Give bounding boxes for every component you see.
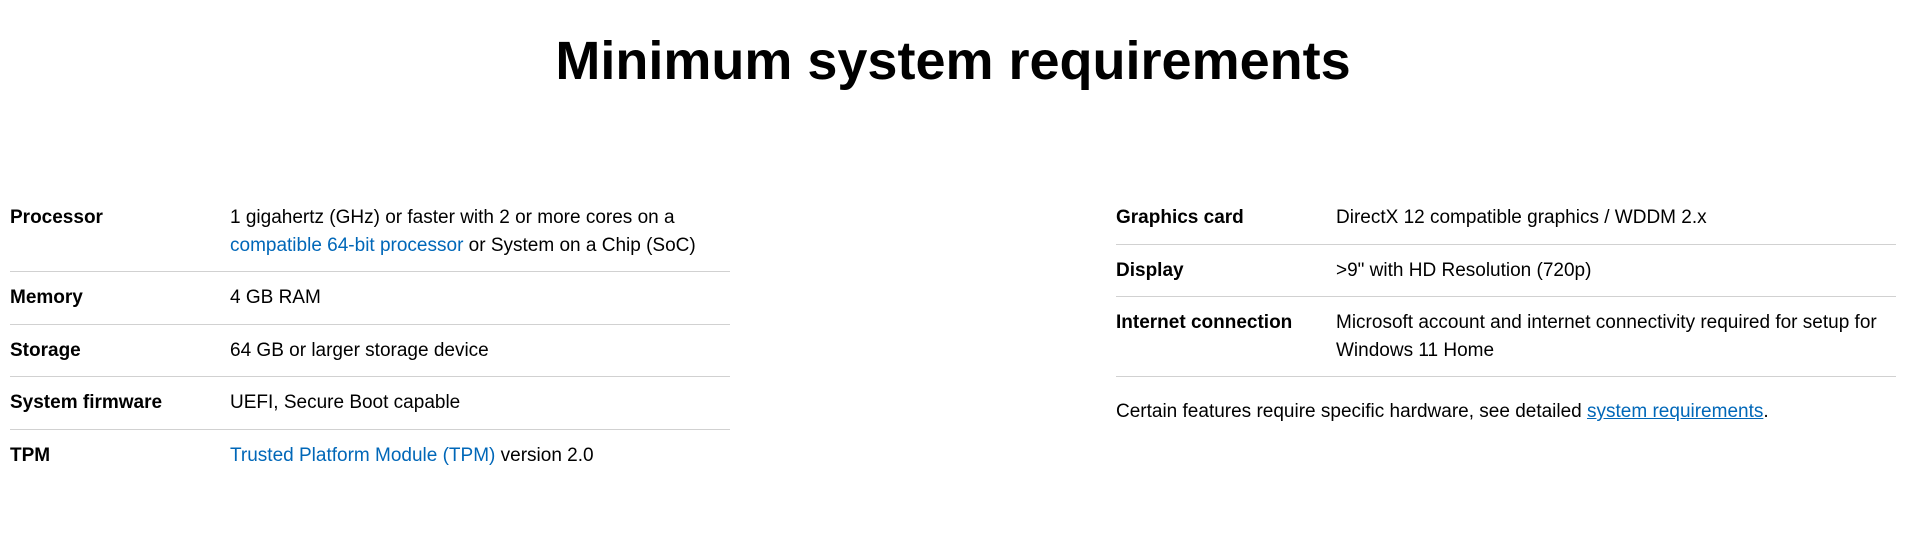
tpm-link[interactable]: Trusted Platform Module (TPM) [230,445,495,466]
req-row-firmware: System firmware UEFI, Secure Boot capabl… [10,376,730,429]
req-value-graphics: DirectX 12 compatible graphics / WDDM 2.… [1336,204,1896,232]
req-label-processor: Processor [10,204,230,232]
req-value-storage: 64 GB or larger storage device [230,337,730,365]
req-label-memory: Memory [10,284,230,312]
footnote-text: . [1763,401,1768,422]
req-value-tpm: Trusted Platform Module (TPM) version 2.… [230,442,730,470]
req-label-internet: Internet connection [1116,309,1336,337]
req-text: version 2.0 [495,445,593,466]
req-value-internet: Microsoft account and internet connectiv… [1336,309,1896,364]
compatible-processor-link[interactable]: compatible 64-bit processor [230,235,463,256]
req-label-tpm: TPM [10,442,230,470]
req-row-graphics: Graphics card DirectX 12 compatible grap… [1116,192,1896,244]
requirements-right-column: Graphics card DirectX 12 compatible grap… [1116,192,1896,481]
req-value-memory: 4 GB RAM [230,284,730,312]
req-text: or System on a Chip (SoC) [463,235,695,256]
req-value-display: >9" with HD Resolution (720p) [1336,257,1896,285]
footnote-text: Certain features require specific hardwa… [1116,401,1587,422]
req-row-memory: Memory 4 GB RAM [10,271,730,324]
req-row-processor: Processor 1 gigahertz (GHz) or faster wi… [10,192,730,271]
req-value-firmware: UEFI, Secure Boot capable [230,389,730,417]
req-row-storage: Storage 64 GB or larger storage device [10,324,730,377]
page-title: Minimum system requirements [0,0,1906,192]
requirements-left-column: Processor 1 gigahertz (GHz) or faster wi… [10,192,730,481]
req-label-storage: Storage [10,337,230,365]
req-row-tpm: TPM Trusted Platform Module (TPM) versio… [10,429,730,482]
req-row-display: Display >9" with HD Resolution (720p) [1116,244,1896,297]
req-label-display: Display [1116,257,1336,285]
requirements-columns: Processor 1 gigahertz (GHz) or faster wi… [0,192,1906,481]
system-requirements-link[interactable]: system requirements [1587,401,1763,422]
req-label-graphics: Graphics card [1116,204,1336,232]
req-value-processor: 1 gigahertz (GHz) or faster with 2 or mo… [230,204,730,259]
req-row-internet: Internet connection Microsoft account an… [1116,296,1896,376]
footnote: Certain features require specific hardwa… [1116,376,1896,423]
req-label-firmware: System firmware [10,389,230,417]
req-text: 1 gigahertz (GHz) or faster with 2 or mo… [230,207,675,228]
